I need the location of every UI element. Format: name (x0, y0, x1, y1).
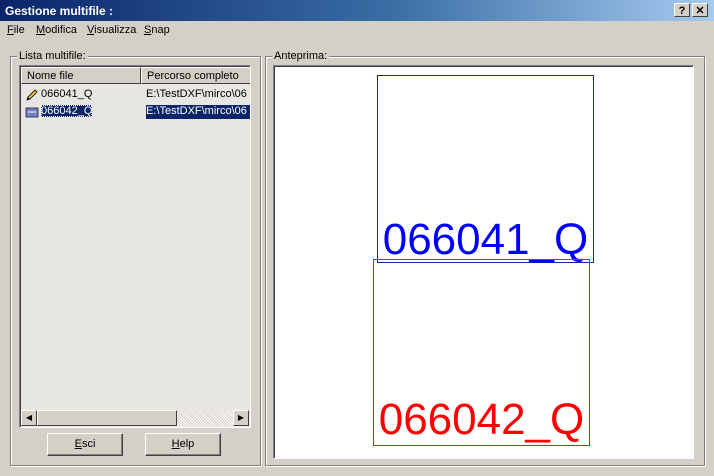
pencil-icon (26, 89, 38, 101)
column-header-nome-file[interactable]: Nome file (21, 67, 141, 84)
list-item-name: 066042_Q (41, 105, 93, 117)
layer-icon (25, 107, 39, 118)
list-item-path: E:\TestDXF\mirco\06 (146, 105, 250, 119)
list-item-name-cell: 066041_Q (23, 88, 141, 102)
help-label: elp (179, 438, 195, 450)
close-caption-button[interactable]: ✕ (692, 3, 708, 17)
scroll-thumb[interactable] (37, 410, 177, 426)
scroll-left-button[interactable]: ◀ (21, 410, 37, 426)
esci-button[interactable]: Esci (47, 433, 123, 456)
menu-file-mnemonic: F (7, 24, 14, 36)
menu-modifica[interactable]: Modifica (36, 24, 77, 36)
column-header-percorso[interactable]: Percorso completo (141, 67, 250, 84)
menu-file-label: ile (13, 24, 25, 36)
help-mnemonic: H (171, 438, 180, 450)
preview-group-label: Anteprima: (272, 50, 330, 62)
menu-snap[interactable]: Snap (144, 24, 170, 36)
menu-file[interactable]: File (7, 24, 25, 36)
title-bar: Gestione multifile : ? ✕ (0, 0, 714, 21)
list-group-label: Lista multifile: (17, 50, 88, 62)
list-header: Nome file Percorso completo (21, 67, 250, 84)
list-item-name-cell: 066042_Q (23, 105, 141, 119)
help-button[interactable]: Help (145, 433, 221, 456)
file-list[interactable]: Nome file Percorso completo 066041_Q E:\… (19, 65, 251, 428)
sheet-066041[interactable]: 066041_Q (377, 75, 594, 263)
esci-mnemonic: E (74, 438, 82, 450)
sheet-label-066041: 066041_Q (382, 215, 589, 264)
menu-modifica-label: odifica (45, 24, 77, 36)
menu-modifica-mnemonic: M (36, 24, 46, 36)
menu-visualizza-label: isualizza (94, 24, 137, 36)
window-title: Gestione multifile : (5, 4, 114, 18)
esci-label: sci (81, 438, 96, 450)
menu-snap-label: nap (151, 24, 170, 36)
sheet-066042[interactable]: 066042_Q (373, 259, 590, 446)
list-item-name: 066041_Q (41, 88, 93, 100)
list-item-path: E:\TestDXF\mirco\06 (146, 88, 247, 100)
list-item[interactable]: 066041_Q E:\TestDXF\mirco\06 (21, 86, 250, 103)
menu-visualizza[interactable]: Visualizza (87, 24, 136, 36)
menu-bar: File Modifica Visualizza Snap (0, 21, 714, 41)
list-item-selected[interactable]: 066042_Q E:\TestDXF\mirco\06 (21, 103, 250, 120)
preview-canvas[interactable]: 066041_Q 066042_Q (273, 65, 694, 459)
horizontal-scrollbar[interactable]: ◀ ▶ (21, 410, 249, 426)
sheet-label-066042: 066042_Q (378, 395, 585, 444)
help-caption-button[interactable]: ? (674, 3, 690, 17)
scroll-right-button[interactable]: ▶ (233, 410, 249, 426)
